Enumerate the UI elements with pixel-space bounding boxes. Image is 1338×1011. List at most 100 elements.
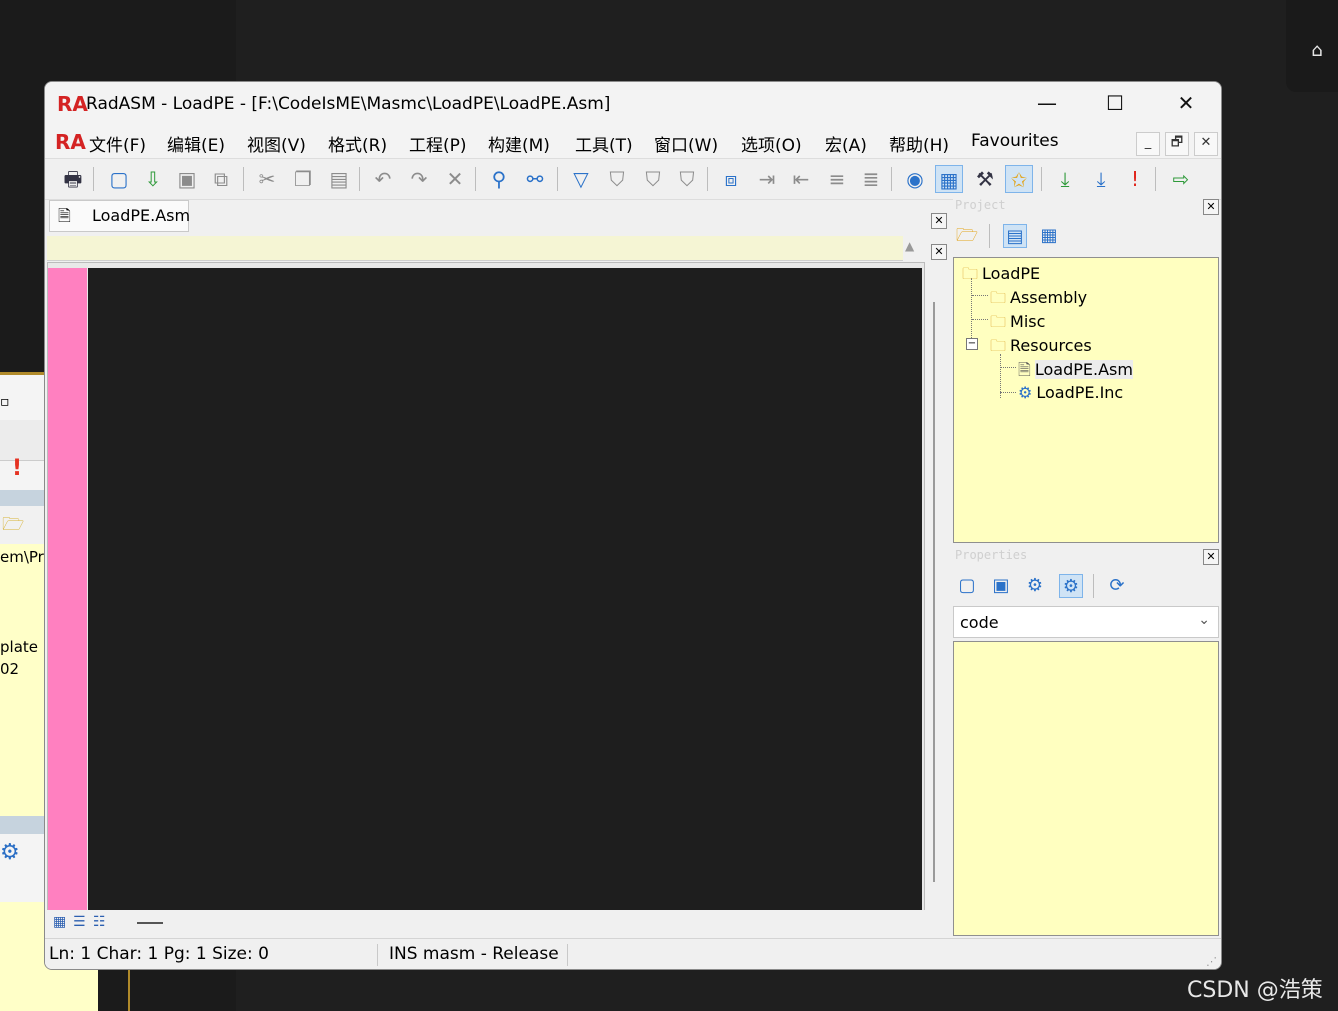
properties-type-select[interactable]: code ⌄ — [953, 606, 1219, 638]
bookmark-next-icon[interactable]: ⛉ — [603, 165, 631, 193]
mdi-close-button[interactable]: ✕ — [1194, 132, 1218, 156]
menu-tools[interactable]: 工具(T) — [575, 131, 633, 156]
menu-options[interactable]: 选项(O) — [741, 131, 802, 156]
folder-icon: 🗀 — [990, 288, 1007, 307]
replace-icon[interactable]: ⚯ — [521, 165, 549, 193]
procedure-combo[interactable] — [47, 236, 903, 261]
data-properties-icon[interactable]: ▣ — [989, 574, 1013, 598]
background-window-checkbox: ▫ — [0, 394, 10, 410]
new-file-icon[interactable]: ▢ — [105, 165, 133, 193]
horizontal-splitter[interactable] — [137, 922, 163, 924]
background-window[interactable]: ▫ ! 🗁 em\Pro plate 02 ⚙ — [0, 372, 98, 1011]
copy-icon[interactable]: ❐ — [289, 165, 317, 193]
radasm-logo-icon[interactable]: RA — [55, 130, 86, 154]
menu-project[interactable]: 工程(P) — [409, 131, 467, 156]
menu-macro[interactable]: 宏(A) — [825, 131, 867, 156]
output-icon[interactable]: ▦ — [935, 165, 963, 193]
tree-item-loadpe-asm[interactable]: 🗎 LoadPE.Asm — [1018, 359, 1133, 386]
window-title: RadASM - LoadPE - [F:\CodeIsME\Masmc\Loa… — [86, 94, 611, 114]
close-tab-button[interactable]: ✕ — [931, 213, 947, 229]
bookmark-prev-icon[interactable]: ⛉ — [639, 165, 667, 193]
paste-icon[interactable]: ▤ — [325, 165, 353, 193]
code-properties-icon[interactable]: ▢ — [955, 574, 979, 598]
background-window-header — [0, 490, 44, 506]
status-mode: INS masm - Release — [389, 944, 568, 966]
redo-icon[interactable]: ↷ — [405, 165, 433, 193]
menu-make[interactable]: 构建(M) — [488, 131, 550, 156]
line-number-gutter[interactable] — [48, 268, 87, 910]
delete-icon[interactable]: ✕ — [441, 165, 469, 193]
bookmark-toggle-icon[interactable]: ▽ — [567, 165, 595, 193]
menu-edit[interactable]: 编辑(E) — [167, 131, 225, 156]
graduation-cap-icon[interactable]: ⌂ — [1306, 40, 1328, 62]
minimize-button[interactable]: — — [1024, 82, 1070, 124]
comment-icon[interactable]: ≡ — [823, 165, 851, 193]
toolbar-separator — [989, 224, 990, 248]
tools-icon[interactable]: ⚒ — [971, 165, 999, 193]
code-editor[interactable] — [47, 262, 925, 912]
run-icon[interactable]: ⇨ — [1167, 165, 1195, 193]
maximize-button[interactable]: ☐ — [1092, 82, 1138, 124]
close-button[interactable]: ✕ — [1163, 82, 1209, 124]
properties-pane-close-button[interactable]: ✕ — [1203, 549, 1219, 565]
tree-line — [1000, 392, 1016, 393]
menu-file[interactable]: 文件(F) — [89, 131, 146, 156]
collapse-toggle[interactable]: − — [966, 338, 978, 350]
undo-icon[interactable]: ↶ — [369, 165, 397, 193]
properties-list[interactable] — [953, 641, 1219, 936]
close-combo-button[interactable]: ✕ — [931, 244, 947, 260]
indent-icon[interactable]: ⇥ — [753, 165, 781, 193]
title-bar[interactable]: RA RadASM - LoadPE - [F:\CodeIsME\Masmc\… — [45, 82, 1221, 124]
file-view-icon[interactable]: ▤ — [1003, 224, 1027, 248]
menu-favourites[interactable]: Favourites — [971, 131, 1059, 151]
tree-item-loadpe-inc[interactable]: ⚙ LoadPE.Inc — [1018, 383, 1123, 402]
project-pane-close-button[interactable]: ✕ — [1203, 199, 1219, 215]
favourite-icon[interactable]: ✩ — [1005, 165, 1033, 193]
refresh-properties-icon[interactable]: ⟳ — [1105, 574, 1129, 598]
toolbar-separator — [707, 167, 708, 191]
open-folder-icon: 🗁 — [2, 514, 25, 535]
const-properties-icon[interactable]: ⚙ — [1023, 574, 1047, 598]
main-toolbar: 🖶 ▢ ⇩ ▣ ⧉ ✂ ❐ ▤ ↶ ↷ ✕ ⚲ ⚯ ▽ ⛉ ⛉ ⛉ ⧈ ⇥ ⇤ … — [45, 158, 1221, 200]
project-browser-icon[interactable]: ◉ — [901, 165, 929, 193]
project-view-icon[interactable]: ▦ — [1037, 224, 1061, 248]
background-window-toolbar — [0, 420, 44, 461]
project-tree[interactable]: − 🗀 LoadPE 🗀 Assembly 🗀 Misc 🗀 Resources 🗎 Lo… — [953, 257, 1219, 543]
scroll-up-icon[interactable]: ▲ — [905, 239, 914, 253]
tree-item-assembly[interactable]: 🗀 Assembly — [990, 287, 1087, 314]
menu-help[interactable]: 帮助(H) — [889, 131, 949, 156]
build-icon[interactable]: ⤓ — [1087, 165, 1115, 193]
collapse-icon[interactable]: ☷ — [93, 914, 106, 930]
assemble-icon[interactable]: ⤓ — [1051, 165, 1079, 193]
find-icon[interactable]: ⚲ — [485, 165, 513, 193]
tree-item-resources[interactable]: 🗀 Resources — [990, 335, 1092, 362]
cut-icon[interactable]: ✂ — [253, 165, 281, 193]
uncomment-icon[interactable]: ≣ — [857, 165, 885, 193]
watermark: CSDN @浩策 — [1187, 978, 1323, 1003]
bookmark-clear-icon[interactable]: ⛉ — [673, 165, 701, 193]
radasm-window[interactable]: RA RadASM - LoadPE - [F:\CodeIsME\Masmc\… — [44, 81, 1222, 970]
line-numbers-icon[interactable]: ▦ — [53, 914, 66, 930]
vertical-scrollbar[interactable] — [933, 302, 935, 882]
save-icon[interactable]: ▣ — [173, 165, 201, 193]
toolbar-separator — [1093, 574, 1094, 598]
outdent-icon[interactable]: ⇤ — [787, 165, 815, 193]
open-folder-icon[interactable]: 🗁 — [955, 224, 979, 248]
menu-format[interactable]: 格式(R) — [328, 131, 387, 156]
block-icon[interactable]: ⧈ — [717, 165, 745, 193]
tab-loadpe-asm[interactable]: 🗎 LoadPE.Asm — [49, 200, 190, 232]
print-icon[interactable]: 🖶 — [59, 165, 87, 193]
tree-item-loadpe[interactable]: 🗀 LoadPE — [962, 263, 1040, 290]
save-all-icon[interactable]: ⧉ — [207, 165, 235, 193]
struct-properties-icon[interactable]: ⚙ — [1059, 574, 1083, 598]
mdi-minimize-button[interactable]: _ — [1136, 132, 1160, 156]
mdi-restore-button[interactable]: 🗗 — [1165, 132, 1189, 156]
menu-view[interactable]: 视图(V) — [247, 131, 306, 156]
expand-icon[interactable]: ☰ — [73, 914, 86, 930]
menu-window[interactable]: 窗口(W) — [654, 131, 718, 156]
code-text-area[interactable] — [88, 268, 922, 910]
tree-item-misc[interactable]: 🗀 Misc — [990, 311, 1045, 338]
resize-grip-icon[interactable]: ⋰ — [1206, 955, 1217, 968]
open-file-icon[interactable]: ⇩ — [139, 165, 167, 193]
go-icon[interactable]: ! — [1121, 165, 1149, 193]
